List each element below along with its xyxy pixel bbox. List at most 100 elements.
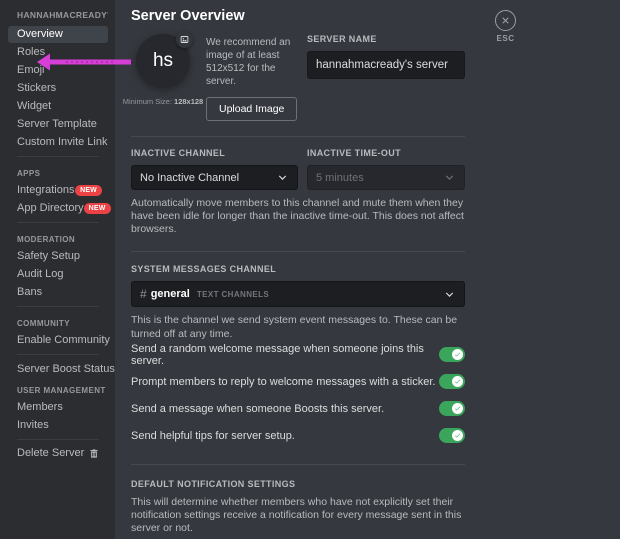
sidebar-item-label: Members xyxy=(17,401,63,413)
sidebar-item-label: Audit Log xyxy=(17,268,64,280)
toggle-row-boost-message: Send a message when someone Boosts this … xyxy=(131,396,465,422)
sidebar-item-audit-log[interactable]: Audit Log xyxy=(8,266,108,283)
toggle-row-sticker-prompt: Prompt members to reply to welcome messa… xyxy=(131,369,465,395)
close-button[interactable]: ESC xyxy=(495,10,516,43)
sidebar-section-apps: APPS xyxy=(17,169,41,178)
helpful-tips-toggle[interactable] xyxy=(439,428,465,444)
inactive-timeout-select: 5 minutes xyxy=(307,165,465,190)
sidebar-item-label: Enable Community xyxy=(17,334,110,346)
section-divider xyxy=(131,463,465,465)
sidebar-item-delete-server[interactable]: Delete Server xyxy=(8,445,108,462)
sidebar-item-label: Emoji xyxy=(17,64,45,76)
sidebar-item-widget[interactable]: Widget xyxy=(8,98,108,115)
toggle-label: Send helpful tips for server setup. xyxy=(131,429,295,442)
sidebar-item-label: Invites xyxy=(17,419,49,431)
channel-hash-icon: # xyxy=(140,287,147,302)
sidebar-item-label: Bans xyxy=(17,286,43,298)
system-channel-name: general xyxy=(150,288,190,301)
sidebar-item-members[interactable]: Members xyxy=(8,399,108,416)
default-notification-settings-label: DEFAULT NOTIFICATION SETTINGS xyxy=(131,478,296,489)
sidebar-item-label: Widget xyxy=(17,100,52,112)
sidebar-item-roles[interactable]: Roles xyxy=(8,44,108,61)
inactive-timeout-value: 5 minutes xyxy=(316,171,364,184)
esc-label: ESC xyxy=(496,34,515,43)
avatar-initials: hs xyxy=(152,50,174,71)
image-recommend-text: We recommend an image of at least 512x51… xyxy=(206,37,291,87)
inactive-channel-select[interactable]: No Inactive Channel xyxy=(131,165,298,190)
notification-desc-text: This will determine whether members who … xyxy=(131,495,462,534)
sidebar-item-label: Roles xyxy=(17,46,46,58)
toggle-knob xyxy=(452,376,463,388)
min-size-value: 128x128 xyxy=(174,97,204,106)
system-messages-channel-select[interactable]: # general TEXT CHANNELS xyxy=(131,281,465,308)
min-size-note: Minimum Size: 128x128 xyxy=(123,97,203,106)
server-name-heading: HANNAHMACREADY'S SER... xyxy=(17,10,108,20)
server-name-input[interactable] xyxy=(307,51,465,79)
sidebar-section-community: COMMUNITY xyxy=(17,319,70,328)
inactive-timeout-label: INACTIVE TIME-OUT xyxy=(307,148,401,158)
toggle-knob xyxy=(452,403,463,415)
new-badge: NEW xyxy=(83,203,111,214)
system-messages-label: SYSTEM MESSAGES CHANNEL xyxy=(131,264,277,275)
chevron-down-icon xyxy=(276,171,289,184)
sidebar-item-label: Stickers xyxy=(17,82,57,94)
sidebar-item-invites[interactable]: Invites xyxy=(8,417,108,434)
page-title: Server Overview xyxy=(131,8,245,24)
sidebar-item-emoji[interactable]: Emoji xyxy=(8,62,108,79)
server-image-section: hs Minimum Size: 128x128 We recommend an… xyxy=(123,31,465,121)
sidebar-item-label: Custom Invite Link xyxy=(17,136,108,148)
chevron-down-icon xyxy=(443,288,456,301)
server-name-label: SERVER NAME xyxy=(307,34,377,44)
sidebar-divider xyxy=(17,156,99,157)
inactive-help-text: Automatically move members to this chann… xyxy=(131,197,464,236)
chevron-down-icon xyxy=(443,171,456,184)
toggle-label: Prompt members to reply to welcome messa… xyxy=(131,375,436,388)
toggle-row-helpful-tips: Send helpful tips for server setup. xyxy=(131,423,465,449)
sidebar-divider xyxy=(17,439,99,440)
toggle-label: Send a random welcome message when someo… xyxy=(131,342,424,367)
min-size-prefix: Minimum Size: xyxy=(122,97,175,106)
sidebar-item-integrations[interactable]: Integrations NEW xyxy=(8,182,108,199)
new-badge: NEW xyxy=(75,185,102,196)
sidebar-item-safety-setup[interactable]: Safety Setup xyxy=(8,248,108,265)
sidebar-item-bans[interactable]: Bans xyxy=(8,284,108,301)
sidebar-section-user-management: USER MANAGEMENT xyxy=(17,386,106,395)
toggle-row-welcome-message: Send a random welcome message when someo… xyxy=(131,342,465,368)
sidebar-item-label: Overview xyxy=(17,28,63,40)
close-icon xyxy=(495,10,516,31)
server-overview-panel: Server Overview hs Minimum Size: 128x128… xyxy=(115,0,620,539)
sidebar-divider xyxy=(17,354,99,355)
toggle-knob xyxy=(452,430,463,442)
upload-image-button[interactable]: Upload Image xyxy=(206,97,298,121)
toggle-knob xyxy=(452,349,463,361)
sidebar-item-custom-invite-link[interactable]: Custom Invite Link xyxy=(8,134,108,151)
sidebar-item-label: Server Boost Status xyxy=(17,362,115,375)
section-divider xyxy=(131,136,465,137)
inactive-channel-value: No Inactive Channel xyxy=(140,171,240,184)
welcome-message-toggle[interactable] xyxy=(439,347,465,363)
sidebar-item-app-directory[interactable]: App Directory NEW xyxy=(8,200,111,217)
sidebar-item-label: Safety Setup xyxy=(17,250,80,262)
sidebar-item-server-template[interactable]: Server Template xyxy=(8,116,108,133)
server-avatar[interactable]: hs xyxy=(136,31,193,88)
sidebar-divider xyxy=(17,306,99,307)
boost-message-toggle[interactable] xyxy=(439,401,465,417)
sidebar-section-moderation: MODERATION xyxy=(17,235,76,244)
inactive-channel-label: INACTIVE CHANNEL xyxy=(131,148,226,158)
system-messages-help-text: This is the channel we send system event… xyxy=(131,314,458,340)
toggle-label: Send a message when someone Boosts this … xyxy=(131,402,385,415)
sidebar-item-overview[interactable]: Overview xyxy=(8,26,108,43)
change-image-icon[interactable] xyxy=(176,31,193,48)
sidebar-item-label: App Directory xyxy=(17,202,84,214)
settings-sidebar: HANNAHMACREADY'S SER... Overview Roles E… xyxy=(0,0,125,539)
sidebar-divider xyxy=(17,222,99,223)
section-divider xyxy=(131,251,465,253)
system-channel-group: TEXT CHANNELS xyxy=(196,289,270,299)
sidebar-item-label: Integrations xyxy=(17,184,75,196)
sidebar-item-server-boost-status[interactable]: Server Boost Status xyxy=(8,360,125,378)
sidebar-item-enable-community[interactable]: Enable Community xyxy=(8,332,110,349)
sidebar-item-stickers[interactable]: Stickers xyxy=(8,80,108,97)
trash-icon xyxy=(89,448,99,459)
sticker-prompt-toggle[interactable] xyxy=(439,374,465,390)
sidebar-item-label: Delete Server xyxy=(17,447,85,459)
